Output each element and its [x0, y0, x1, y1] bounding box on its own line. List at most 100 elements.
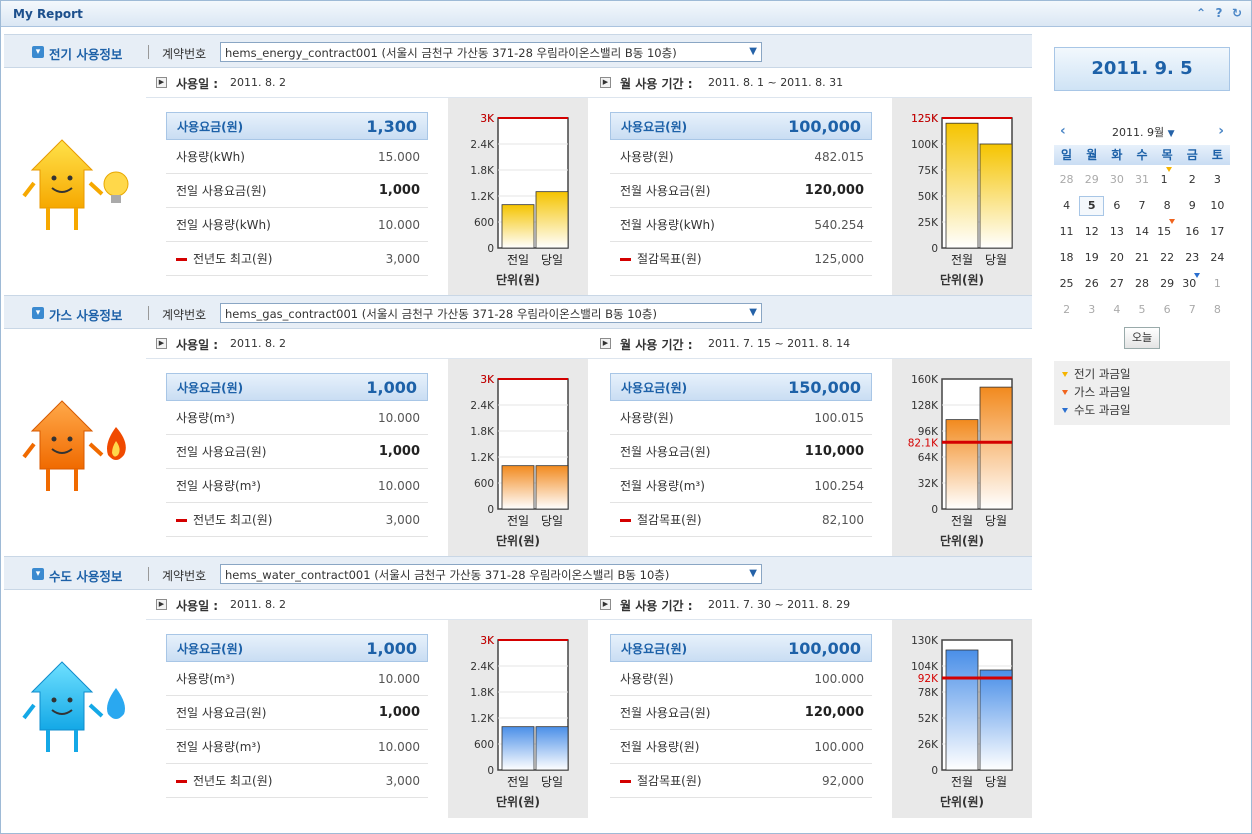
row-label-text: 전일 사용량(kWh) — [176, 218, 271, 232]
row-label-text: 전일 사용량(m³) — [176, 479, 261, 493]
table-row: 사용량(원) 100.000 — [610, 662, 872, 696]
calendar-day[interactable]: 2 — [1180, 167, 1205, 193]
next-month-icon[interactable]: › — [1218, 123, 1224, 139]
calendar-day[interactable]: 8 — [1205, 297, 1230, 323]
gas-billing-marker-icon — [1169, 219, 1176, 237]
elec-billing-marker-icon — [1165, 167, 1172, 185]
today-button[interactable]: 오늘 — [1124, 327, 1160, 349]
calendar-day[interactable]: 7 — [1180, 297, 1205, 323]
help-icon[interactable]: ? — [1213, 6, 1225, 20]
calendar-day[interactable]: 15 — [1155, 219, 1180, 245]
row-value: 10.000 — [378, 217, 420, 232]
y-tick-label: 0 — [931, 765, 938, 777]
unit-label: 단위(원) — [939, 795, 985, 809]
collapse-toggle-icon[interactable]: ▾ — [32, 307, 44, 319]
calendar-day[interactable]: 30 — [1180, 271, 1205, 297]
calendar-day[interactable]: 9 — [1180, 193, 1205, 219]
calendar-day[interactable]: 29 — [1155, 271, 1180, 297]
calendar-day[interactable]: 4 — [1054, 193, 1079, 219]
calendar-day[interactable]: 13 — [1104, 219, 1129, 245]
refresh-icon[interactable]: ↻ — [1231, 6, 1243, 20]
x-tick-label: 당월 — [985, 514, 1007, 528]
chevron-down-icon: ▼ — [1167, 129, 1175, 139]
calendar-day[interactable]: 31 — [1129, 167, 1154, 193]
bar-chart: 06001.2K1.8K2.4K3K전일 당일3K — [470, 374, 569, 528]
y-tick-label: 64K — [918, 452, 939, 464]
calendar-day[interactable]: 18 — [1054, 245, 1079, 271]
panel-header: ▶ 월 사용 기간 : 2011. 7. 15 ~ 2011. 8. 14 — [590, 329, 1032, 359]
calendar-day[interactable]: 11 — [1054, 219, 1079, 245]
y-tick-label: 1.8K — [470, 687, 495, 699]
calendar-day[interactable]: 27 — [1104, 271, 1129, 297]
row-label: 사용량(원) — [620, 670, 674, 687]
row-label: 전월 사용요금(원) — [620, 704, 710, 721]
unit-label: 단위(원) — [939, 534, 985, 548]
calendar-panel: 2011. 9. 5 ‹ 2011. 9월 ▼ › 일월화수목금토 28 29 30… — [1034, 27, 1250, 832]
y-tick-label: 2.4K — [470, 400, 495, 412]
month-select[interactable]: 2011. 9월 ▼ — [1112, 124, 1175, 140]
expand-arrow-icon[interactable]: ▶ — [156, 338, 167, 349]
calendar-day[interactable]: 23 — [1180, 245, 1205, 271]
calendar-day[interactable]: 29 — [1079, 167, 1104, 193]
contract-select[interactable]: hems_energy_contract001 (서울시 금천구 가산동 371… — [220, 42, 762, 62]
contract-select[interactable]: hems_gas_contract001 (서울시 금천구 가산동 371-28… — [220, 303, 762, 323]
divider — [148, 45, 149, 59]
collapse-toggle-icon[interactable]: ▾ — [32, 568, 44, 580]
calendar-day[interactable]: 26 — [1079, 271, 1104, 297]
expand-arrow-icon[interactable]: ▶ — [600, 77, 611, 88]
calendar-day[interactable]: 6 — [1104, 193, 1129, 219]
period-label: 월 사용 기간 : — [620, 77, 693, 91]
expand-arrow-icon[interactable]: ▶ — [156, 599, 167, 610]
expand-arrow-icon[interactable]: ▶ — [600, 599, 611, 610]
fee-row: 사용요금(원) 100,000 — [610, 634, 872, 662]
calendar-day[interactable]: 28 — [1129, 271, 1154, 297]
calendar-day[interactable]: 21 — [1129, 245, 1154, 271]
calendar-day[interactable]: 1 — [1155, 167, 1180, 193]
calendar-day[interactable]: 19 — [1079, 245, 1104, 271]
calendar-day[interactable]: 4 — [1104, 297, 1129, 323]
monthly-chart: 0 26K 52K 78K 104K 130K 전월 당월 92K 단위(원) — [892, 620, 1032, 818]
calendar-day[interactable]: 5 — [1129, 297, 1154, 323]
collapse-icon[interactable]: ⌃ — [1195, 6, 1207, 20]
expand-arrow-icon[interactable]: ▶ — [156, 77, 167, 88]
calendar-day[interactable]: 3 — [1205, 167, 1230, 193]
calendar-day[interactable]: 3 — [1079, 297, 1104, 323]
calendar-day[interactable]: 14 — [1129, 219, 1154, 245]
calendar-day[interactable]: 28 — [1054, 167, 1079, 193]
chevron-down-icon: ▼ — [749, 568, 757, 579]
calendar-day[interactable]: 22 — [1155, 245, 1180, 271]
calendar-day[interactable]: 20 — [1104, 245, 1129, 271]
calendar-day[interactable]: 6 — [1155, 297, 1180, 323]
mascot — [4, 68, 146, 296]
calendar-day[interactable]: 12 — [1079, 219, 1104, 245]
calendar-day[interactable]: 8 — [1155, 193, 1180, 219]
calendar-day[interactable]: 7 — [1129, 193, 1154, 219]
app-title: My Report — [13, 7, 83, 21]
row-label-text: 사용량(kWh) — [176, 150, 245, 164]
row-label-text: 전년도 최고(원) — [193, 252, 273, 266]
table-row: 사용량(kWh) 15.000 — [166, 140, 428, 174]
calendar-day[interactable]: 10 — [1205, 193, 1230, 219]
calendar-day[interactable]: 30 — [1104, 167, 1129, 193]
table-row: 전월 사용량(원) 100.000 — [610, 730, 872, 764]
collapse-toggle-icon[interactable]: ▾ — [32, 46, 44, 58]
calendar-day[interactable]: 16 — [1180, 219, 1205, 245]
table-row: 전일 사용요금(원) 1,000 — [166, 696, 428, 730]
row-label: 전년도 최고(원) — [176, 772, 272, 789]
calendar-day-today[interactable]: 5 — [1079, 196, 1105, 216]
table-row: 전년도 최고(원) 3,000 — [166, 764, 428, 798]
prev-month-icon[interactable]: ‹ — [1060, 123, 1066, 139]
daily-panel: ▶ 사용일 : 2011. 8. 2 사용요금(원) 1,000 사용량(m³) 10.00… — [146, 329, 590, 557]
calendar-day[interactable]: 25 — [1054, 271, 1079, 297]
expand-arrow-icon[interactable]: ▶ — [600, 338, 611, 349]
row-value: 120,000 — [804, 183, 864, 198]
contract-select[interactable]: hems_water_contract001 (서울시 금천구 가산동 371-… — [220, 564, 762, 584]
row-label: 사용량(m³) — [176, 409, 235, 426]
target-label: 92K — [918, 673, 939, 685]
calendar-day[interactable]: 17 — [1205, 219, 1230, 245]
calendar-day[interactable]: 1 — [1205, 271, 1230, 297]
calendar-day[interactable]: 2 — [1054, 297, 1079, 323]
red-marker-icon — [176, 258, 187, 261]
current-date: 2011. 9. 5 — [1054, 47, 1230, 91]
calendar-day[interactable]: 24 — [1205, 245, 1230, 271]
